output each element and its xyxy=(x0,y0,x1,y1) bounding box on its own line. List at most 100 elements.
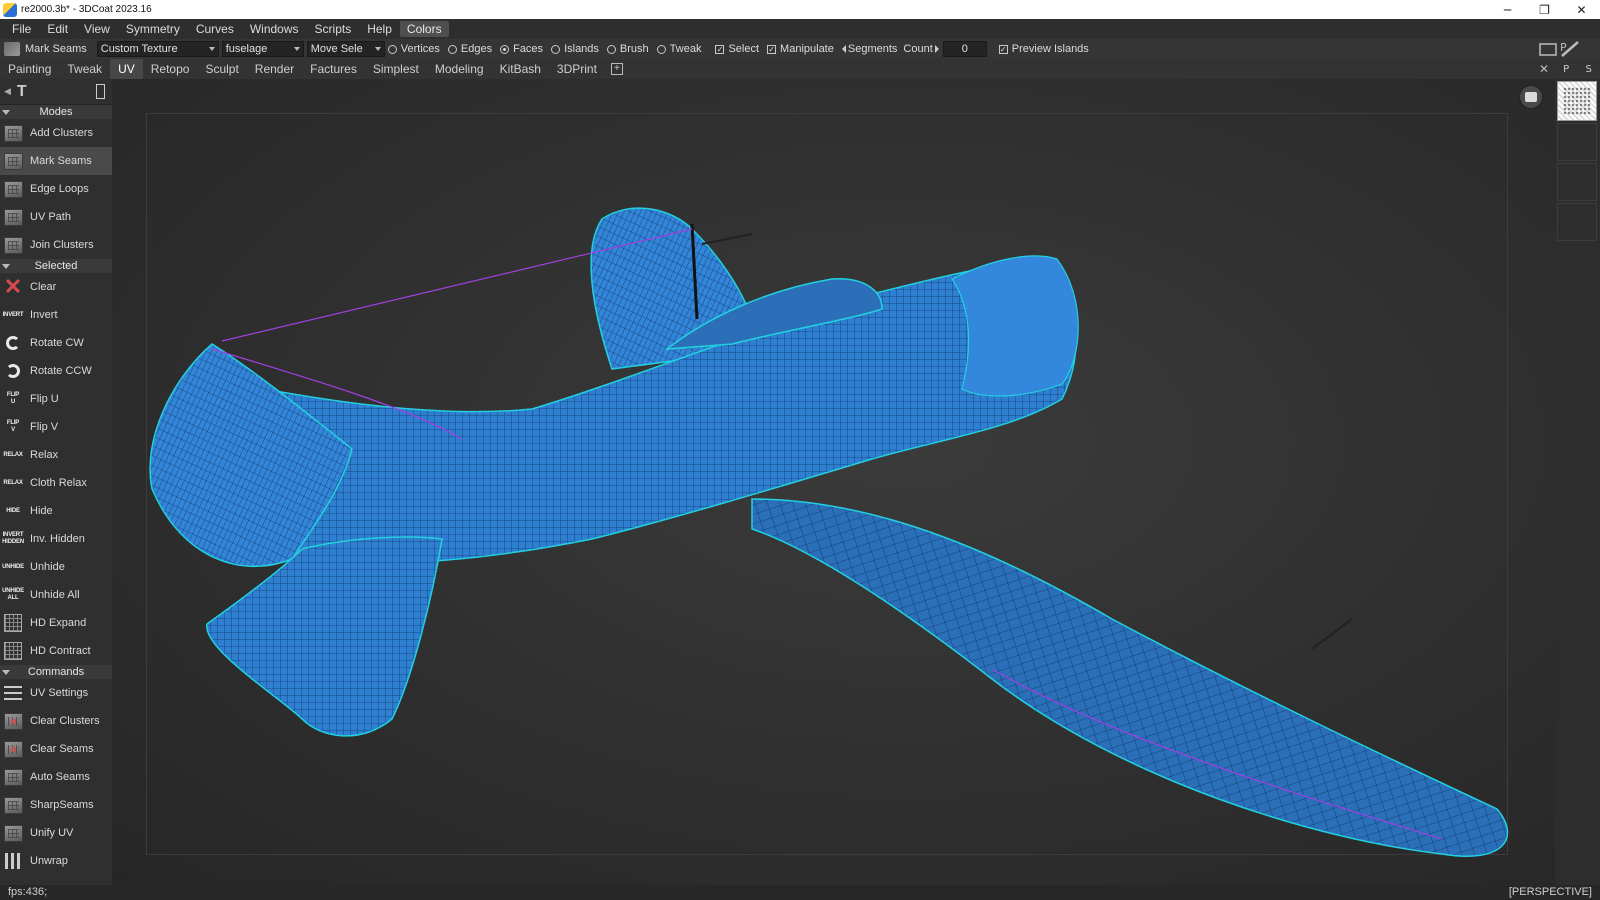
radio-islands[interactable]: Islands xyxy=(551,43,599,55)
tool-label: Clear Seams xyxy=(30,743,94,755)
section-modes[interactable]: Modes xyxy=(0,105,112,119)
restore-button[interactable]: ❐ xyxy=(1526,0,1563,19)
tool-hd-expand[interactable]: HD Expand xyxy=(0,609,112,637)
menu-scripts[interactable]: Scripts xyxy=(307,22,360,36)
tool-label: UV Settings xyxy=(30,687,89,699)
tab-retopo[interactable]: Retopo xyxy=(143,59,198,79)
segments-increase-icon[interactable] xyxy=(934,45,939,53)
hd-contract-icon xyxy=(2,641,24,661)
close-window-button[interactable]: ✕ xyxy=(1563,0,1600,19)
text-tool-icon[interactable]: T xyxy=(17,83,27,101)
tool-sharp-seams[interactable]: SharpSeams xyxy=(0,791,112,819)
tool-invert-hidden[interactable]: INVERT HIDDEN Inv. Hidden xyxy=(0,525,112,553)
tool-flip-v[interactable]: FLIP V Flip V xyxy=(0,413,112,441)
tool-unhide[interactable]: UNHIDE Unhide xyxy=(0,553,112,581)
menu-symmetry[interactable]: Symmetry xyxy=(118,22,188,36)
tab-simplest[interactable]: Simplest xyxy=(365,59,427,79)
tab-kitbash[interactable]: KitBash xyxy=(492,59,549,79)
menu-file[interactable]: File xyxy=(4,22,39,36)
tool-mark-seams[interactable]: Mark Seams xyxy=(0,147,112,175)
horizontal-stabilizer[interactable] xyxy=(206,536,443,737)
tab-p[interactable]: P xyxy=(1563,64,1569,75)
tool-label: SharpSeams xyxy=(30,799,94,811)
tool-rotate-cw[interactable]: Rotate CW xyxy=(0,329,112,357)
checkbox-preview-islands[interactable]: ✓ Preview Islands xyxy=(998,43,1089,55)
menu-view[interactable]: View xyxy=(76,22,118,36)
tool-clear-x[interactable]: ✕ Clear xyxy=(0,273,112,301)
tool-add-clusters[interactable]: Add Clusters xyxy=(0,119,112,147)
tool-join-clusters[interactable]: Join Clusters xyxy=(0,231,112,259)
engine-cowling[interactable] xyxy=(951,255,1079,397)
empty-slot[interactable] xyxy=(1557,123,1597,161)
tool-auto-seams[interactable]: Auto Seams xyxy=(0,763,112,791)
add-room-plus-icon[interactable]: + xyxy=(610,63,623,75)
tab-uv[interactable]: UV xyxy=(110,59,143,79)
tab-render[interactable]: Render xyxy=(247,59,302,79)
tool-label: Rotate CCW xyxy=(30,365,92,377)
tool-label: Relax xyxy=(30,449,59,461)
add-clusters-icon xyxy=(2,123,24,143)
uv-preview-thumbnail[interactable] xyxy=(1557,81,1597,121)
close-icon[interactable]: ✕ xyxy=(1539,62,1549,76)
tool-hd-contract[interactable]: HD Contract xyxy=(0,637,112,665)
texture-combo[interactable]: Custom Texture xyxy=(96,41,219,57)
tab-3dprint[interactable]: 3DPrint xyxy=(549,59,605,79)
tab-modeling[interactable]: Modeling xyxy=(427,59,492,79)
empty-slot[interactable] xyxy=(1557,203,1597,241)
minimize-button[interactable]: ─ xyxy=(1489,0,1526,19)
tool-rotate-ccw[interactable]: Rotate CCW xyxy=(0,357,112,385)
tool-invert[interactable]: INVERT Invert xyxy=(0,301,112,329)
right-wing[interactable] xyxy=(751,498,1509,857)
tool-unwrap[interactable]: Unwrap xyxy=(0,847,112,875)
tab-painting[interactable]: Painting xyxy=(0,59,59,79)
segments-count-input[interactable]: 0 xyxy=(942,41,987,57)
radio-tweak[interactable]: Tweak xyxy=(656,43,701,55)
tab-s[interactable]: S xyxy=(1585,64,1591,75)
tool-uv-settings[interactable]: UV Settings xyxy=(0,679,112,707)
menu-curves[interactable]: Curves xyxy=(188,22,242,36)
tool-unify-uv[interactable]: Unify UV xyxy=(0,819,112,847)
tool-label: Invert xyxy=(30,309,58,321)
radio-vertices[interactable]: Vertices xyxy=(387,43,440,55)
radio-circle-icon xyxy=(447,44,457,54)
menu-colors[interactable]: Colors xyxy=(399,21,449,37)
antenna-tip xyxy=(701,233,753,245)
section-selected[interactable]: Selected xyxy=(0,259,112,273)
tool-label: Join Clusters xyxy=(30,239,94,251)
unhide-icon: UNHIDE xyxy=(2,563,24,570)
checkbox-manipulate[interactable]: ✓ Manipulate xyxy=(767,43,834,55)
menu-windows[interactable]: Windows xyxy=(242,22,307,36)
tool-edge-loops[interactable]: Edge Loops xyxy=(0,175,112,203)
radio-edges[interactable]: Edges xyxy=(447,43,492,55)
empty-slot[interactable] xyxy=(1557,163,1597,201)
menu-edit[interactable]: Edit xyxy=(39,22,76,36)
3d-viewport[interactable] xyxy=(112,79,1555,885)
tool-clear-seams[interactable]: Clear Seams xyxy=(0,735,112,763)
checkbox-checked-icon: ✓ xyxy=(767,44,777,54)
tool-uv-path[interactable]: UV Path xyxy=(0,203,112,231)
section-commands[interactable]: Commands xyxy=(0,665,112,679)
radio-circle-icon xyxy=(656,44,666,54)
tab-tweak[interactable]: Tweak xyxy=(59,59,110,79)
tool-cloth-relax[interactable]: RELAX Cloth Relax xyxy=(0,469,112,497)
tab-factures[interactable]: Factures xyxy=(302,59,365,79)
segments-decrease-icon[interactable] xyxy=(841,45,846,53)
pin-panel-icon[interactable] xyxy=(96,84,105,99)
menu-help[interactable]: Help xyxy=(359,22,400,36)
tool-unhide-all[interactable]: UNHIDE ALL Unhide All xyxy=(0,581,112,609)
airplane-mesh[interactable] xyxy=(112,79,1555,885)
radio-faces[interactable]: Faces xyxy=(500,43,543,55)
checkbox-select[interactable]: ✓ Select xyxy=(715,43,759,55)
collapse-arrow-icon[interactable]: ◀ xyxy=(4,86,11,97)
tool-relax[interactable]: RELAX Relax xyxy=(0,441,112,469)
object-combo[interactable]: fuselage xyxy=(221,41,304,57)
tab-sculpt[interactable]: Sculpt xyxy=(197,59,246,79)
tool-clear-clusters[interactable]: Clear Clusters xyxy=(0,707,112,735)
paint-brush-icon[interactable]: P xyxy=(1538,39,1582,59)
tool-label: Cloth Relax xyxy=(30,477,87,489)
current-tool-label: Mark Seams xyxy=(25,43,87,55)
move-select-combo[interactable]: Move Sele xyxy=(306,41,385,57)
radio-brush[interactable]: Brush xyxy=(606,43,649,55)
tool-flip-u[interactable]: FLIP U Flip U xyxy=(0,385,112,413)
tool-hide[interactable]: HIDE Hide xyxy=(0,497,112,525)
